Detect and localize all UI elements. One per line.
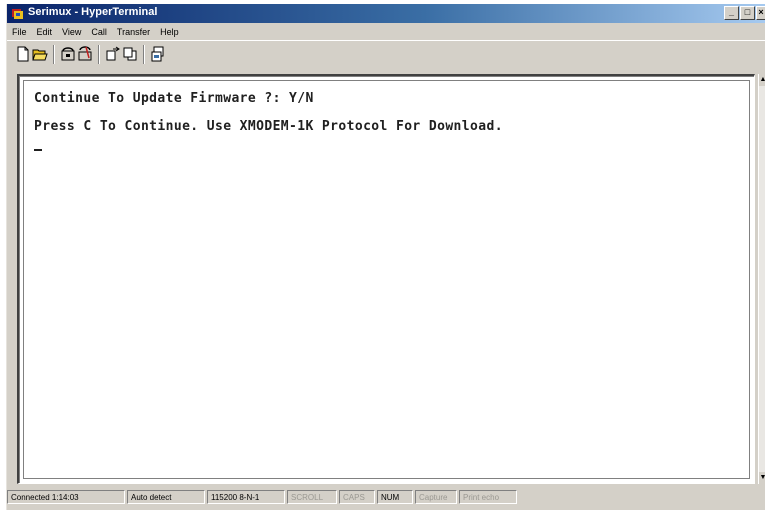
receive-file-icon[interactable] xyxy=(122,46,138,62)
status-settings: 115200 8-N-1 xyxy=(207,490,285,504)
status-detect: Auto detect xyxy=(127,490,205,504)
terminal-frame: Continue To Update Firmware ?: Y/N Press… xyxy=(17,74,755,484)
menu-file[interactable]: File xyxy=(7,25,32,39)
toolbar-separator xyxy=(98,45,100,64)
properties-icon[interactable] xyxy=(150,46,166,62)
status-bar: Connected 1:14:03 Auto detect 115200 8-N… xyxy=(7,490,765,506)
window-title: Serimux - HyperTerminal xyxy=(28,6,158,18)
status-connected: Connected 1:14:03 xyxy=(7,490,125,504)
minimize-button[interactable]: _ xyxy=(724,6,739,20)
send-file-icon[interactable] xyxy=(105,46,121,62)
status-print-echo: Print echo xyxy=(459,490,517,504)
disconnect-icon[interactable] xyxy=(77,46,93,62)
toolbar xyxy=(7,40,765,68)
call-icon[interactable] xyxy=(60,46,76,62)
terminal-cursor xyxy=(34,149,42,151)
scroll-up-arrow-icon[interactable]: ▲ xyxy=(759,74,765,86)
terminal-line: Continue To Update Firmware ?: Y/N xyxy=(34,91,314,106)
title-buttons: _ □ × xyxy=(724,6,765,21)
menu-call[interactable]: Call xyxy=(86,25,112,39)
title-bar[interactable]: Serimux - HyperTerminal _ □ × xyxy=(7,4,765,23)
maximize-button[interactable]: □ xyxy=(740,6,755,20)
toolbar-separator xyxy=(53,45,55,64)
menu-edit[interactable]: Edit xyxy=(32,25,58,39)
terminal-screen[interactable]: Continue To Update Firmware ?: Y/N Press… xyxy=(23,80,750,479)
hyperterminal-app-icon xyxy=(12,9,23,19)
hyperterminal-window: Serimux - HyperTerminal _ □ × File Edit … xyxy=(6,4,765,510)
vertical-scrollbar[interactable]: ▲ ▼ xyxy=(758,74,765,484)
close-button[interactable]: × xyxy=(756,6,765,20)
menu-view[interactable]: View xyxy=(57,25,86,39)
open-icon[interactable] xyxy=(32,46,48,62)
menu-bar: File Edit View Call Transfer Help xyxy=(7,25,184,39)
status-scroll: SCROLL xyxy=(287,490,337,504)
toolbar-separator xyxy=(143,45,145,64)
status-capture: Capture xyxy=(415,490,457,504)
menu-transfer[interactable]: Transfer xyxy=(112,25,155,39)
status-num: NUM xyxy=(377,490,413,504)
new-connection-icon[interactable] xyxy=(15,46,31,62)
status-caps: CAPS xyxy=(339,490,375,504)
menu-help[interactable]: Help xyxy=(155,25,184,39)
scroll-down-arrow-icon[interactable]: ▼ xyxy=(759,472,765,484)
terminal-line: Press C To Continue. Use XMODEM-1K Proto… xyxy=(34,119,503,134)
